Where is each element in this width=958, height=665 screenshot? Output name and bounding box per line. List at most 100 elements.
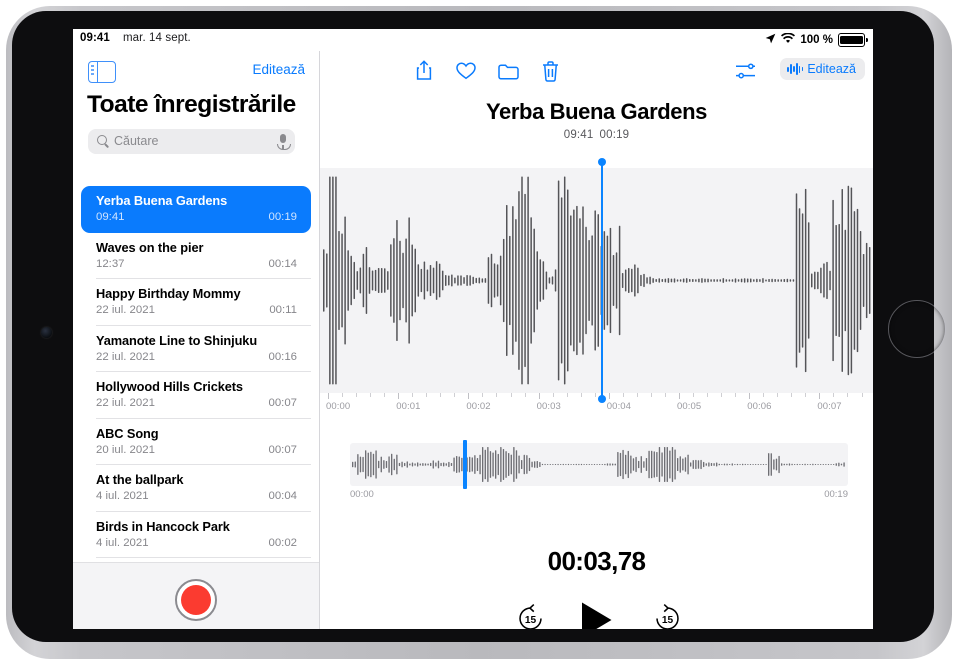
axis-label: 00:01 [396,401,421,412]
recording-date: 09:41 [96,211,125,223]
overview-axis: 00:00 00:19 [350,489,848,501]
skip-back-15-icon[interactable]: 15 [515,603,546,629]
recording-name: Yerba Buena Gardens [96,193,228,208]
list-item[interactable]: ABC Song 20 iul. 2021 00:07 [81,419,311,465]
heart-icon[interactable] [456,62,476,80]
recording-duration: 00:04 [268,490,297,502]
list-item[interactable]: Yamanote Line to Shinjuku 22 iul. 2021 00:… [81,326,311,372]
recording-duration: 00:07 [268,397,297,409]
axis-tick [679,393,680,399]
sidebar-toolbar: Editează [73,51,319,91]
axis-tick [538,393,540,399]
record-bar [73,562,319,629]
axis-label: 00:06 [747,401,772,412]
axis-tick [594,393,596,397]
list-item[interactable]: At the ballpark 4 iul. 2021 00:04 [81,465,311,512]
waveform-detail[interactable] [320,168,873,393]
recording-duration: 00:19 [268,211,297,223]
svg-text:15: 15 [525,615,537,626]
screen: 09:41 mar. 14 sept. 100 % Editează Toate… [73,29,873,629]
waveform-time-axis: 00:00 00:01 00:02 00:03 00:04 00:05 00:06 00:07 [320,401,873,415]
axis-tick [398,393,400,399]
recording-date: 22 iul. 2021 [96,304,155,316]
axis-tick [426,393,428,397]
detail-toolbar: Editează [320,51,873,93]
edit-recording-label: Editează [807,62,856,76]
trash-icon[interactable] [542,61,559,82]
axis-tick [664,393,666,397]
list-separator [96,557,311,558]
axis-tick [608,393,610,399]
axis-tick [552,393,554,397]
folder-icon[interactable] [498,63,519,80]
recording-duration: 00:19 [599,129,630,141]
recording-title: Yerba Buena Gardens [485,99,708,124]
axis-tick [721,393,723,397]
axis-tick [370,393,372,397]
recording-name: Yamanote Line to Shinjuku [96,332,258,348]
recording-time: 09:41 [563,129,594,141]
overview-playhead[interactable] [463,440,467,489]
recording-date: 20 iul. 2021 [96,443,155,456]
sidebar-toggle-icon[interactable] [88,61,116,83]
axis-tick [580,393,582,397]
recording-name: Hollywood Hills Crickets [96,379,243,394]
axis-tick [454,393,456,397]
playback-controls: 15 15 [320,601,873,629]
axis-label: 00:04 [606,401,632,412]
list-item[interactable]: Happy Birthday Mommy 22 iul. 2021 00:11 [81,279,311,326]
recordings-list[interactable]: Yerba Buena Gardens 09:41 00:19 Waves on th… [73,186,319,586]
list-item[interactable]: Hollywood Hills Crickets 22 iul. 2021 00:0… [81,372,311,419]
axis-tick [482,393,484,397]
sidebar-edit-button[interactable]: Editează [252,62,305,77]
axis-label: 00:00 [326,401,351,412]
axis-tick [636,393,638,397]
share-icon[interactable] [415,60,433,81]
axis-tick [861,393,863,397]
home-button[interactable] [888,300,946,358]
axis-tick [384,393,386,397]
status-indicators: 100 % [765,31,868,49]
playhead[interactable] [598,158,606,403]
waveform-ticks [320,393,873,400]
microphone-icon[interactable] [277,133,291,151]
waveform-overview[interactable] [350,443,848,486]
recording-name: At the ballpark [96,472,184,487]
recording-name: Waves on the pier [96,239,204,255]
recording-date: 4 iul. 2021 [96,490,149,502]
axis-tick [356,393,358,397]
axis-label: 00:05 [677,401,702,412]
location-arrow-icon [765,31,776,49]
recording-date: 4 iul. 2021 [96,536,149,549]
recording-duration: 00:07 [268,443,297,456]
battery-percent: 100 % [800,34,833,46]
overview-end-label: 00:19 [824,489,848,500]
axis-tick [805,393,807,397]
recording-duration: 00:02 [268,536,297,549]
axis-tick [342,393,344,397]
play-icon[interactable] [579,601,614,629]
record-button[interactable] [175,579,217,621]
skip-forward-15-icon[interactable]: 15 [652,603,683,629]
ipad-device: 09:41 mar. 14 sept. 100 % Editează Toate… [0,0,958,665]
axis-tick [847,393,849,397]
recording-name: ABC Song [96,425,159,441]
axis-tick [468,393,470,399]
waveform-icon [787,63,804,75]
axis-tick [819,393,821,399]
edit-recording-button[interactable]: Editează [780,58,865,80]
audio-settings-icon[interactable] [735,62,756,80]
list-item[interactable]: Waves on the pier 12:37 00:14 [81,233,311,279]
recording-date: 22 iul. 2021 [96,350,155,363]
recording-meta: 09:41 00:19 [320,129,873,141]
axis-tick [735,393,737,397]
axis-tick [566,393,568,397]
list-item[interactable]: Birds in Hancock Park 4 iul. 2021 00:02 [81,512,311,558]
axis-tick [524,393,526,397]
current-time-display: 00:03,78 [547,546,646,576]
axis-tick [650,393,652,397]
list-item[interactable]: Yerba Buena Gardens 09:41 00:19 [81,186,311,233]
recording-duration: 00:11 [269,304,297,316]
search-input[interactable]: Căutare [88,129,295,154]
recording-duration: 00:16 [268,350,297,363]
